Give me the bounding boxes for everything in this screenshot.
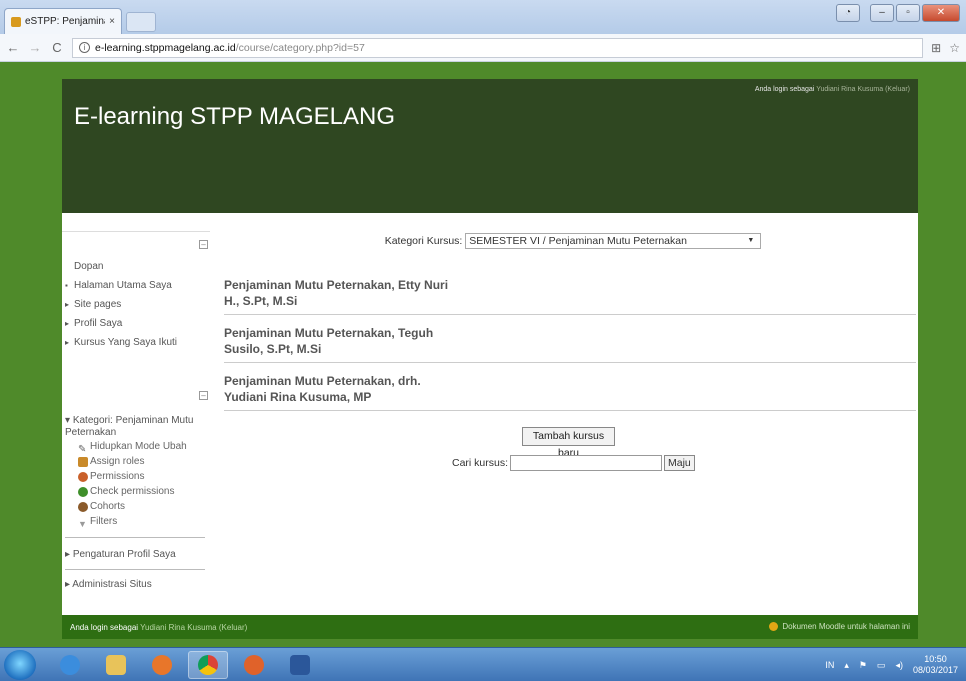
help-icon	[769, 622, 779, 631]
course-link[interactable]: Penjaminan Mutu Peternakan, Teguh Susilo…	[224, 325, 464, 357]
roles-icon	[78, 456, 88, 467]
divider	[65, 537, 205, 538]
nav-item-site-pages[interactable]: ▸ Site pages	[62, 296, 210, 315]
site-footer: Anda login sebagai Yudiani Rina Kusuma (…	[62, 615, 918, 639]
admin-item-check-permissions[interactable]: Check permissions	[62, 484, 210, 499]
language-indicator[interactable]: IN	[825, 660, 834, 670]
category-selector-row: Kategori Kursus: SEMESTER VI / Penjamina…	[228, 233, 918, 249]
start-button[interactable]	[4, 650, 36, 680]
navigation-list: Dopan ▪ Halaman Utama Saya ▸ Site pages ▸ P…	[62, 258, 210, 353]
network-icon[interactable]: ▭	[877, 660, 886, 671]
close-window-button[interactable]: ✕	[922, 4, 960, 22]
address-bar: ← → C i e-learning.stppmagelang.ac.id/co…	[0, 34, 966, 62]
collapse-block-icon[interactable]: –	[199, 391, 208, 400]
bullet-icon: ▪	[65, 281, 68, 290]
login-user-link[interactable]: Yudiani Rina Kusuma	[816, 86, 883, 93]
filter-icon: ▼	[78, 518, 87, 529]
login-prefix: Anda login sebagai	[754, 86, 815, 93]
search-label: Cari kursus:	[452, 457, 509, 469]
tab-title: eSTPP: Penjaminan Mut	[25, 16, 105, 27]
internet-explorer-icon[interactable]	[50, 651, 90, 679]
course-item[interactable]: Penjaminan Mutu Peternakan, drh. Yudiani…	[224, 373, 916, 411]
add-course-button[interactable]: Tambah kursus baru	[522, 427, 615, 459]
category-node[interactable]: ▾ Kategori: Penjaminan Mutu Peternakan	[62, 415, 210, 439]
clock[interactable]: 10:50 08/03/2017	[913, 654, 958, 676]
clock-time: 10:50	[924, 654, 947, 664]
footer-login-prefix: Anda login sebagai	[70, 623, 139, 632]
admin-item-permissions[interactable]: Permissions	[62, 469, 210, 484]
admin-item-profile-settings[interactable]: ▸ Pengaturan Profil Saya	[65, 549, 176, 560]
url-path: /course/category.php?id=57	[235, 41, 365, 54]
browser-tab[interactable]: eSTPP: Penjaminan Mut ×	[4, 8, 122, 34]
dropdown-arrow-icon: ▼	[747, 237, 755, 244]
category-select[interactable]: SEMESTER VI / Penjaminan Mutu Peternakan…	[465, 233, 762, 249]
system-tray: IN ▴ ⚑ ▭ ◂) 10:50 08/03/2017	[825, 654, 958, 676]
url-host: e-learning.stppmagelang.ac.id	[95, 41, 236, 54]
administration-list: ▾ Kategori: Penjaminan Mutu Peternakan ✎…	[62, 415, 210, 529]
course-item[interactable]: Penjaminan Mutu Peternakan, Teguh Susilo…	[224, 325, 916, 363]
collapse-block-icon[interactable]: –	[199, 240, 208, 249]
maximize-button[interactable]: ▫	[896, 4, 920, 22]
expand-arrow-icon: ▸	[65, 300, 70, 309]
back-icon[interactable]: ←	[6, 40, 20, 55]
logout-link[interactable]: (Keluar)	[885, 86, 910, 93]
show-hidden-icons-icon[interactable]: ▴	[844, 660, 849, 671]
nav-item-my-home[interactable]: ▪ Halaman Utama Saya	[62, 277, 210, 296]
admin-item-site-administration[interactable]: ▸ Administrasi Situs	[65, 579, 152, 590]
favicon-icon	[11, 16, 21, 27]
nav-item-my-profile[interactable]: ▸ Profil Saya	[62, 315, 210, 334]
footer-logout-link[interactable]: (Keluar)	[219, 623, 247, 632]
volume-icon[interactable]: ◂)	[895, 660, 903, 671]
administration-block: – ▾ Kategori: Penjaminan Mutu Peternakan…	[62, 391, 210, 609]
browser-titlebar: eSTPP: Penjaminan Mut × ◔ – ▫ ✕	[0, 0, 966, 34]
permissions-icon	[78, 471, 88, 482]
footer-user-link[interactable]: Yudiani Rina Kusuma	[140, 623, 217, 632]
url-field[interactable]: i e-learning.stppmagelang.ac.id/course/c…	[72, 37, 924, 58]
minimize-button[interactable]: –	[870, 4, 894, 22]
user-profile-icon[interactable]: ◔	[836, 4, 860, 22]
admin-item-cohorts[interactable]: Cohorts	[62, 499, 210, 514]
translate-icon[interactable]: ⊞	[931, 41, 941, 55]
nav-item-my-courses[interactable]: ▸ Kursus Yang Saya Ikuti	[62, 334, 210, 353]
cohorts-icon	[78, 501, 88, 512]
firefox-icon[interactable]	[234, 651, 274, 679]
search-go-button[interactable]: Maju	[664, 455, 695, 471]
forward-icon[interactable]: →	[28, 40, 42, 55]
course-search: Cari kursus: Maju	[452, 455, 695, 471]
course-link[interactable]: Penjaminan Mutu Peternakan, Etty Nuri H.…	[224, 277, 464, 309]
new-tab-button[interactable]	[126, 12, 156, 32]
expand-arrow-icon: ▸	[65, 338, 70, 347]
course-item[interactable]: Penjaminan Mutu Peternakan, Etty Nuri H.…	[224, 277, 916, 315]
category-label: Kategori Kursus:	[384, 234, 463, 247]
divider	[65, 569, 205, 570]
window-controls: ◔ – ▫ ✕	[836, 4, 960, 22]
search-input[interactable]	[510, 455, 663, 471]
pencil-icon: ✎	[78, 443, 87, 455]
admin-item-assign-roles[interactable]: Assign roles	[62, 454, 210, 469]
moodle-page: E-learning STPP MAGELANG Anda login seba…	[62, 79, 918, 639]
clock-date: 08/03/2017	[912, 665, 958, 675]
action-center-flag-icon[interactable]: ⚑	[859, 660, 867, 671]
bookmark-star-icon[interactable]: ☆	[949, 41, 960, 55]
media-player-icon[interactable]	[142, 651, 182, 679]
site-title[interactable]: E-learning STPP MAGELANG	[74, 103, 395, 131]
chrome-icon[interactable]	[188, 651, 228, 679]
expand-arrow-icon: ▸	[65, 319, 70, 328]
moodle-docs-link[interactable]: Dokumen Moodle untuk halaman ini	[782, 622, 910, 631]
nav-item-home[interactable]: Dopan	[62, 258, 210, 277]
header-login-info: Anda login sebagai Yudiani Rina Kusuma (…	[755, 86, 910, 93]
close-tab-icon[interactable]: ×	[109, 16, 115, 27]
admin-item-filters[interactable]: ▼ Filters	[62, 514, 210, 529]
info-icon[interactable]: i	[79, 42, 90, 53]
check-permissions-icon	[78, 486, 88, 497]
windows-taskbar: IN ▴ ⚑ ▭ ◂) 10:50 08/03/2017	[0, 647, 966, 681]
site-header: E-learning STPP MAGELANG Anda login seba…	[62, 79, 918, 213]
word-icon[interactable]	[280, 651, 320, 679]
file-explorer-icon[interactable]	[96, 651, 136, 679]
reload-icon[interactable]: C	[50, 40, 64, 55]
navigation-block: – Dopan ▪ Halaman Utama Saya ▸ Site pages …	[62, 231, 210, 348]
admin-item-edit-mode[interactable]: ✎ Hidupkan Mode Ubah	[62, 439, 210, 455]
course-link[interactable]: Penjaminan Mutu Peternakan, drh. Yudiani…	[224, 373, 464, 405]
